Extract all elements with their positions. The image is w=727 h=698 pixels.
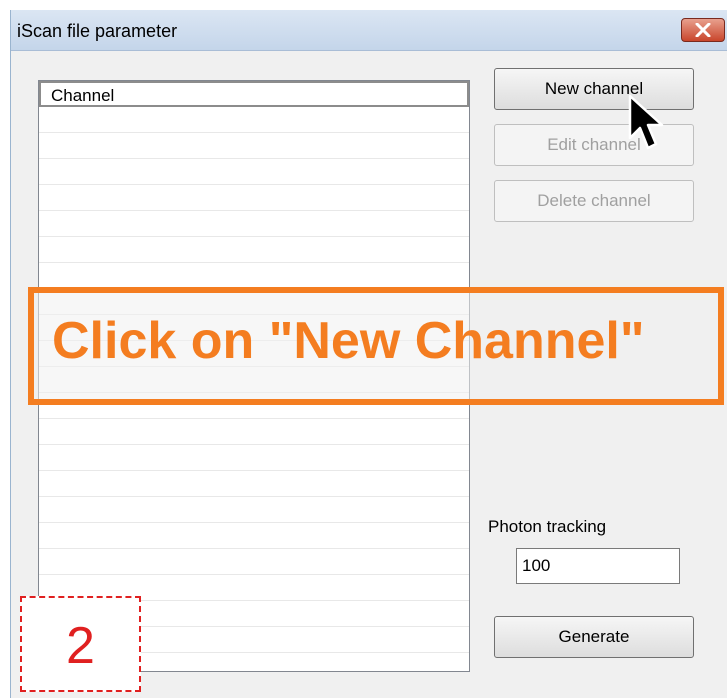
- window-title: iScan file parameter: [17, 21, 178, 41]
- column-header-channel[interactable]: Channel: [39, 81, 469, 107]
- step-number-badge: 2: [20, 596, 141, 692]
- title-bar: iScan file parameter: [11, 10, 727, 51]
- instruction-text: Click on "New Channel": [52, 312, 645, 370]
- photon-tracking-label: Photon tracking: [488, 517, 607, 536]
- close-button[interactable]: [681, 18, 725, 42]
- photon-tracking-input[interactable]: [516, 548, 680, 584]
- instruction-callout: Click on "New Channel": [28, 287, 724, 405]
- generate-button[interactable]: Generate: [494, 616, 694, 658]
- column-header-label: Channel: [51, 86, 115, 105]
- step-number: 2: [66, 617, 95, 675]
- delete-channel-button[interactable]: Delete channel: [494, 180, 694, 222]
- mouse-cursor-icon: [628, 94, 664, 150]
- close-icon: [695, 23, 711, 37]
